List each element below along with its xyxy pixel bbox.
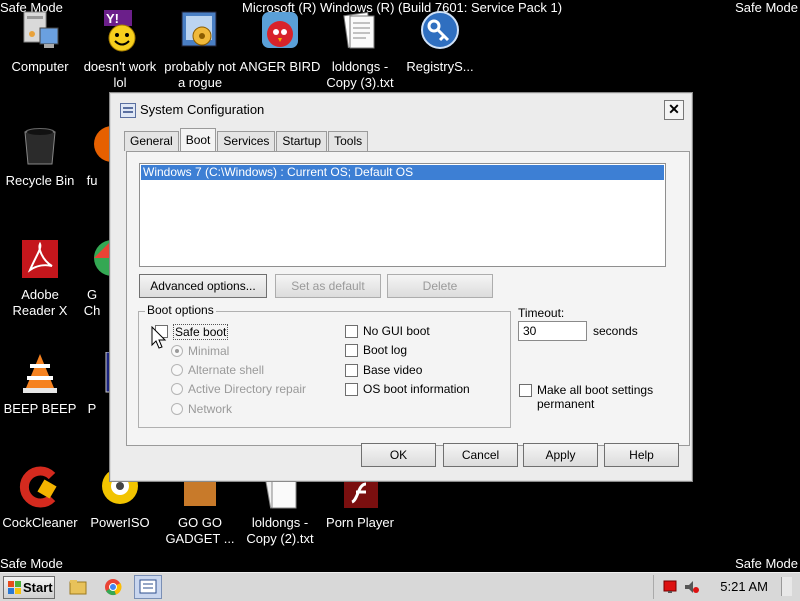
boot-tab-panel: Windows 7 (C:\Windows) : Current OS; Def… [126,151,690,446]
system-configuration-window: System Configuration ✕ General Boot Serv… [109,92,693,482]
make-permanent-checkbox[interactable]: Make all boot settings permanent [519,383,669,411]
recycle-bin-icon [18,124,62,168]
chrome-icon [70,238,122,282]
desktop-icon-yahoo[interactable]: Y! doesn't work lol [78,10,162,91]
tab-startup[interactable]: Startup [276,131,328,151]
vlc-icon [18,352,62,396]
set-as-default-button[interactable]: Set as default [275,274,381,298]
safe-mode-label-top-right: Safe Mode [735,0,798,15]
chrome-taskbar-icon[interactable] [103,577,123,597]
taskbar: Start 5:21 AM [0,572,800,601]
tab-tools[interactable]: Tools [328,131,369,151]
desktop-icon-ccleaner[interactable]: CockCleaner [0,466,82,531]
no-gui-boot-checkbox[interactable]: No GUI boot [345,324,445,338]
angry-bird-icon [258,10,302,54]
window-title: System Configuration [140,102,265,117]
desktop-icon-computer[interactable]: Computer [0,10,82,75]
boot-log-checkbox[interactable]: Boot log [345,343,445,357]
msconfig-taskbar-button[interactable] [134,575,162,599]
os-list-item[interactable]: Windows 7 (C:\Windows) : Current OS; Def… [141,165,664,180]
title-bar[interactable]: System Configuration ✕ [110,93,692,127]
timeout-label: Timeout: [518,306,565,320]
msconfig-taskbar-icon [139,579,157,594]
explorer-icon[interactable] [68,577,88,597]
desktop-icon-rogue[interactable]: probably not a rogue [158,10,242,91]
boot-options-group: Boot options Safe boot Minimal Alternate… [138,303,511,428]
timeout-unit: seconds [593,324,638,338]
show-desktop-button[interactable] [781,577,792,596]
yahoo-messenger-icon: Y! [98,10,142,54]
windows-flag-icon [8,581,21,594]
clock[interactable]: 5:21 AM [720,579,768,594]
os-list[interactable]: Windows 7 (C:\Windows) : Current OS; Def… [139,163,666,267]
timeout-input[interactable]: 30 [518,321,587,341]
apply-button[interactable]: Apply [523,443,598,467]
text-file-icon [338,10,382,54]
action-center-icon[interactable] [663,580,679,594]
ccleaner-icon [18,466,62,510]
desktop-icon-anger-bird[interactable]: ANGER BIRD [238,10,322,75]
safe-boot-checkbox[interactable]: Safe boot [155,324,235,340]
tab-boot[interactable]: Boot [179,128,217,151]
adobe-reader-icon [18,238,62,282]
svg-text:Y!: Y! [106,11,119,26]
registry-key-icon [418,10,462,54]
os-boot-information-checkbox[interactable]: OS boot information [345,382,470,396]
base-video-checkbox[interactable]: Base video [345,363,445,377]
tab-services[interactable]: Services [217,131,276,151]
app-installer-icon [178,10,222,54]
close-button[interactable]: ✕ [664,100,684,120]
advanced-options-button[interactable]: Advanced options... [139,274,267,298]
tab-strip: General Boot Services Startup Tools [124,128,369,151]
computer-icon [18,10,62,54]
delete-button[interactable]: Delete [387,274,493,298]
mouse-cursor-icon [151,326,167,349]
ok-button[interactable]: OK [361,443,436,467]
msconfig-icon [120,103,136,118]
cancel-button[interactable]: Cancel [443,443,518,467]
boot-options-title: Boot options [145,303,216,317]
help-button[interactable]: Help [604,443,679,467]
firefox-icon [70,124,122,168]
safe-mode-label-bottom-right: Safe Mode [735,556,798,571]
start-button[interactable]: Start [3,576,55,599]
desktop-icon-registry[interactable]: RegistryS... [398,10,482,75]
system-tray: 5:21 AM [653,575,800,599]
safe-mode-label-bottom-left: Safe Mode [0,556,63,571]
app-icon [70,352,117,396]
tab-general[interactable]: General [124,131,179,151]
volume-muted-icon[interactable] [684,580,700,594]
desktop-icon-loldongs-3[interactable]: loldongs - Copy (3).txt [318,10,402,91]
